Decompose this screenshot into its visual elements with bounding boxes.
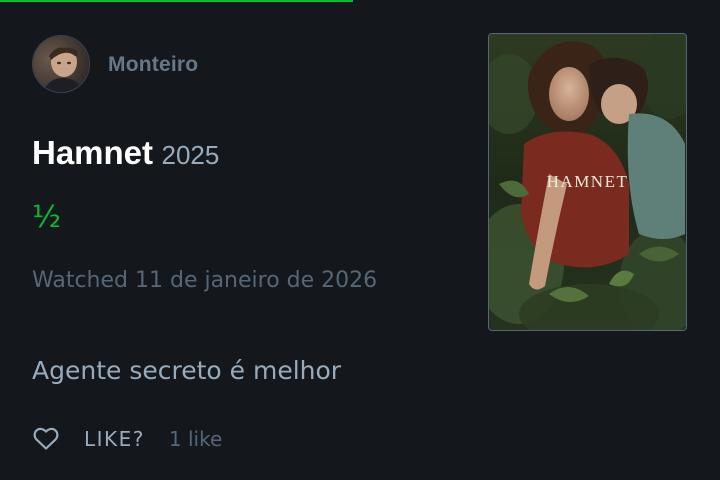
film-year[interactable]: 2025 xyxy=(161,140,219,170)
film-poster[interactable]: HAMNET xyxy=(488,33,687,331)
heart-outline-icon[interactable] xyxy=(32,425,60,453)
avatar[interactable] xyxy=(32,35,90,93)
poster-title: HAMNET xyxy=(546,172,629,191)
review-text: Agente secreto é melhor xyxy=(32,356,342,385)
like-button[interactable]: LIKE? xyxy=(84,427,145,451)
watched-date: Watched 11 de janeiro de 2026 xyxy=(32,268,378,293)
like-bar: LIKE? 1 like xyxy=(32,424,222,454)
film-title[interactable]: Hamnet xyxy=(32,134,153,171)
username[interactable]: Monteiro xyxy=(108,53,198,77)
star-rating: ½ xyxy=(32,200,62,235)
loading-progress-bar xyxy=(0,0,353,2)
film-heading: Hamnet 2025 xyxy=(32,134,219,172)
like-count[interactable]: 1 like xyxy=(169,427,222,451)
